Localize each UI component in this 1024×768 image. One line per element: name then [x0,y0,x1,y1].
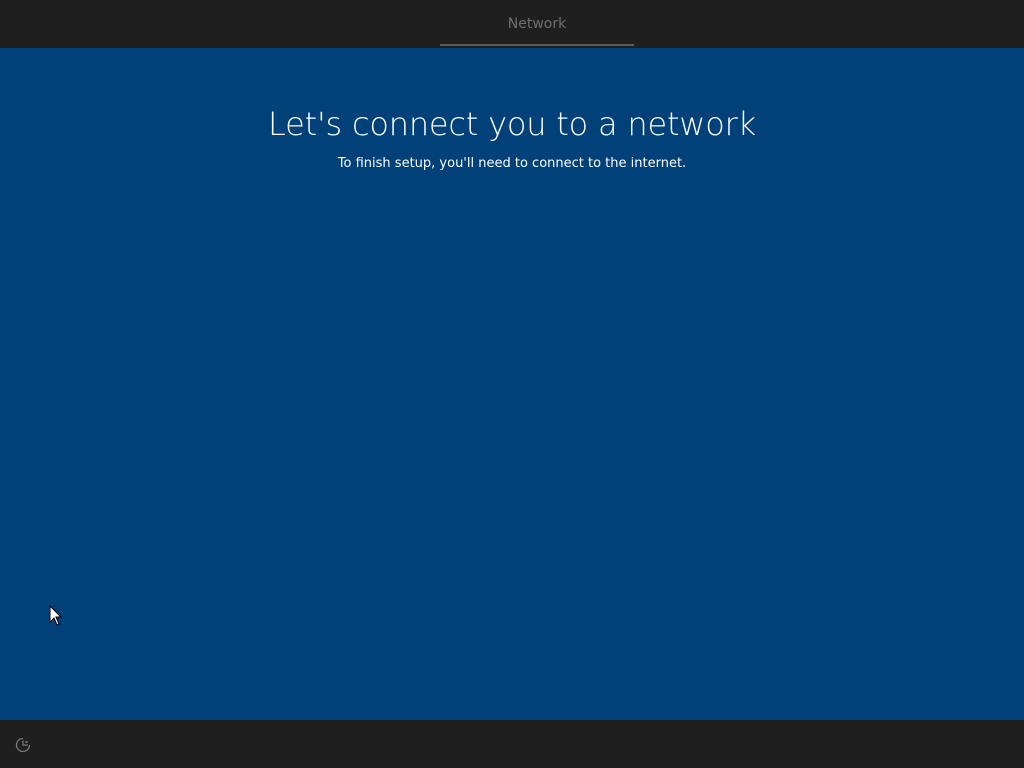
ease-of-access-icon[interactable] [14,736,32,754]
tab-network-label: Network [507,16,567,32]
bottom-bar [0,720,1024,768]
page-subtitle: To finish setup, you'll need to connect … [337,156,687,171]
mouse-cursor-icon [49,604,63,627]
main-panel: Let's connect you to a network To finish… [0,48,1024,720]
top-bar: Network [0,0,1024,46]
tab-network: Network [440,0,634,46]
page-title: Let's connect you to a network [268,105,756,143]
tab-network-underline [440,44,634,46]
